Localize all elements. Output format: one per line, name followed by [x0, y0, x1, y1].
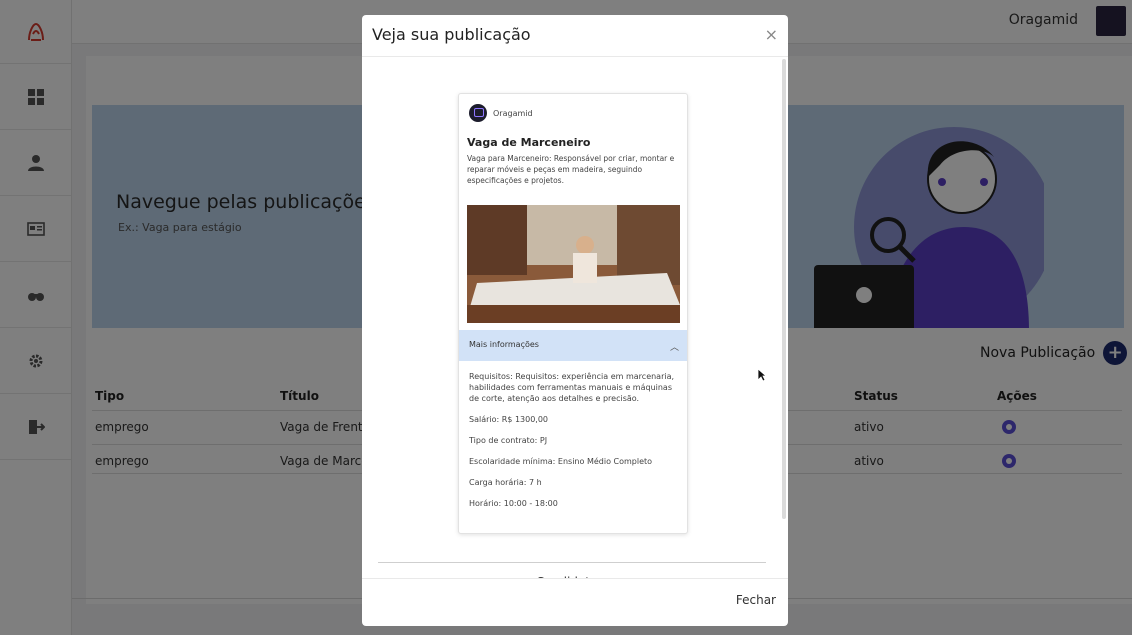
modal-body: Oragamid Vaga de Marceneiro Vaga para Ma…	[362, 57, 788, 578]
author-name: Oragamid	[493, 108, 533, 118]
modal-title: Veja sua publicação	[372, 25, 531, 44]
detail-requisitos: Requisitos: Requisitos: experiência em m…	[469, 372, 675, 403]
publication-card: Oragamid Vaga de Marceneiro Vaga para Ma…	[458, 93, 688, 534]
detail-escolaridade: Escolaridade mínima: Ensino Médio Comple…	[469, 457, 653, 466]
section-divider	[378, 562, 766, 563]
detail-salario: Salário: R$ 1300,00	[469, 415, 549, 424]
publication-modal: Veja sua publicação × Oragamid Vaga de M…	[362, 15, 788, 626]
detail-carga-horaria: Carga horária: 7 h	[469, 478, 542, 487]
author-avatar	[469, 104, 487, 122]
chevron-up-icon: ︿	[669, 343, 679, 353]
modal-scrollbar[interactable]	[782, 59, 786, 519]
modal-footer: Fechar	[362, 578, 788, 626]
post-description: Vaga para Marceneiro: Responsável por cr…	[467, 154, 675, 185]
post-image	[467, 205, 680, 323]
post-title: Vaga de Marceneiro	[467, 136, 591, 149]
more-info-accordion[interactable]: Mais informações ︿	[459, 330, 687, 361]
post-author: Oragamid	[469, 104, 533, 122]
close-icon[interactable]: ×	[765, 25, 778, 44]
detail-tipo-contrato: Tipo de contrato: PJ	[469, 436, 548, 445]
more-info-content: Requisitos: Requisitos: experiência em m…	[469, 371, 679, 519]
mouse-cursor-icon	[757, 368, 767, 382]
modal-header: Veja sua publicação ×	[362, 15, 788, 57]
accordion-label: Mais informações	[469, 340, 539, 349]
close-button[interactable]: Fechar	[736, 593, 776, 607]
detail-horario: Horário: 10:00 - 18:00	[469, 499, 558, 508]
